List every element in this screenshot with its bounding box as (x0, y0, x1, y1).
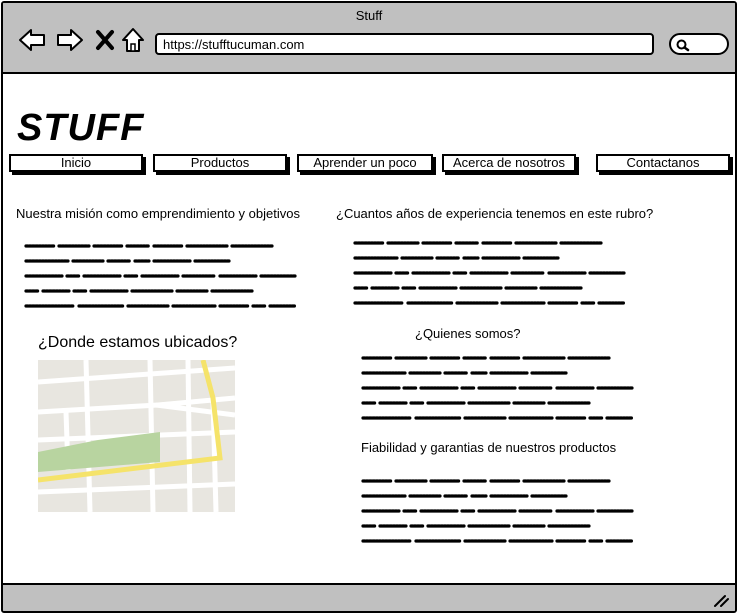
search-input[interactable] (669, 33, 729, 55)
mission-heading: Nuestra misión como emprendimiento y obj… (16, 206, 300, 221)
nav-acerca-button[interactable]: Acerca de nosotros (442, 154, 576, 172)
map-image (38, 360, 235, 512)
close-icon[interactable] (91, 25, 121, 55)
browser-window: Stuff https://stufftucuman.com STUFF Ini… (1, 1, 737, 613)
mission-placeholder-text (24, 244, 297, 308)
window-title: Stuff (355, 8, 383, 23)
arrow-left-icon[interactable] (17, 25, 47, 55)
about-placeholder-text (361, 356, 634, 420)
url-input[interactable]: https://stufftucuman.com (155, 33, 654, 55)
arrow-right-icon[interactable] (55, 25, 85, 55)
browser-statusbar (3, 583, 735, 611)
nav-productos-button[interactable]: Productos (153, 154, 287, 172)
browser-titlebar: Stuff https://stufftucuman.com (3, 3, 735, 74)
reliability-heading: Fiabilidad y garantias de nuestros produ… (361, 440, 617, 455)
nav-inicio-button[interactable]: Inicio (9, 154, 143, 172)
location-map[interactable] (38, 360, 235, 512)
nav-contactanos-button[interactable]: Contactanos (596, 154, 730, 172)
site-logo: STUFF (17, 107, 145, 149)
about-heading: ¿Quienes somos? (415, 326, 521, 341)
reliability-placeholder-text (361, 479, 634, 543)
nav-aprender-button[interactable]: Aprender un poco (297, 154, 433, 172)
experience-placeholder-text (353, 241, 626, 305)
experience-heading: ¿Cuantos años de experiencia tenemos en … (336, 206, 654, 221)
home-icon[interactable] (119, 25, 149, 55)
search-icon (676, 39, 690, 52)
resize-grip-icon[interactable] (713, 593, 729, 607)
location-heading: ¿Donde estamos ubicados? (38, 334, 238, 351)
